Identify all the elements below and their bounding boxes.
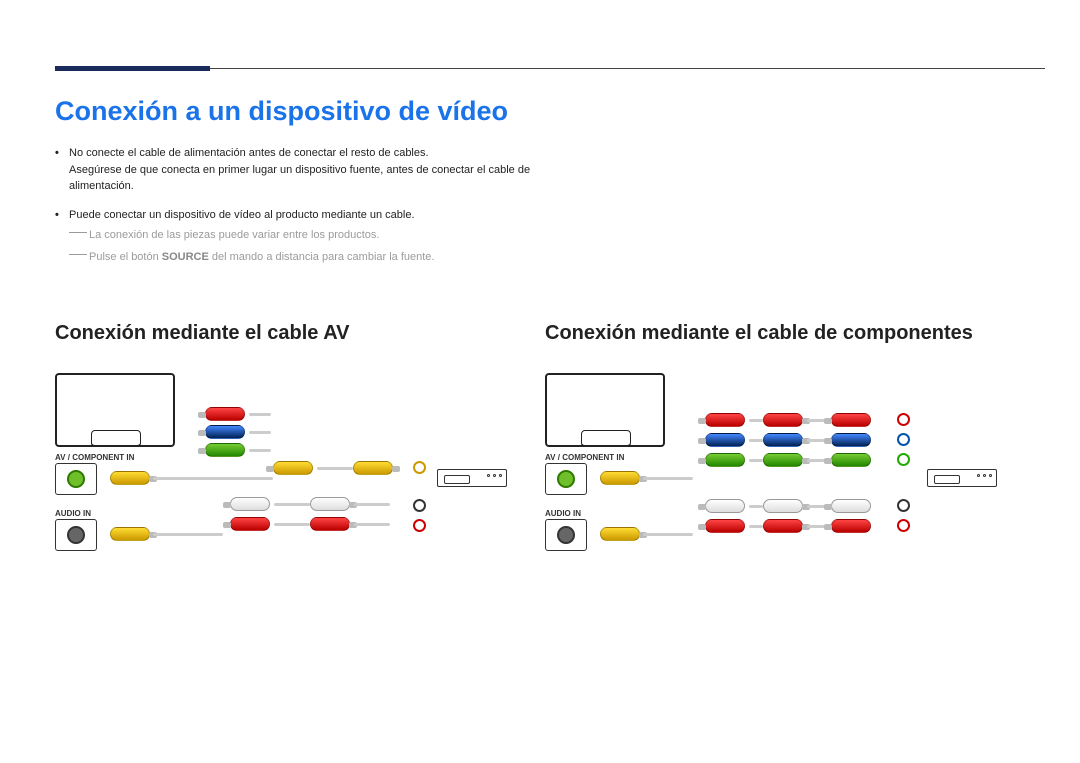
wire	[749, 505, 763, 508]
wire	[153, 477, 273, 480]
plug-red-icon	[310, 517, 350, 531]
footnote: La conexión de las piezas puede variar e…	[69, 227, 575, 245]
wire	[749, 459, 763, 462]
wire	[249, 431, 271, 434]
port-av-component	[55, 463, 97, 495]
jack-red-icon	[413, 519, 426, 532]
bullet-text: Puede conectar un dispositivo de vídeo a…	[69, 207, 415, 224]
header-accent-bar	[55, 66, 210, 71]
plug-blue-icon	[763, 433, 803, 447]
section-title: Conexión mediante el cable AV	[55, 322, 555, 345]
label-av-component: AV / COMPONENT IN	[545, 453, 624, 462]
bullet-text: No conecte el cable de alimentación ante…	[69, 145, 575, 195]
note-bold: SOURCE	[162, 251, 209, 263]
player-dots-icon	[487, 474, 502, 477]
tv-icon	[55, 373, 175, 447]
intro-text-block: • No conecte el cable de alimentación an…	[55, 145, 575, 266]
plug-red-icon	[705, 413, 745, 427]
plug-green-icon	[705, 453, 745, 467]
plug-blue-icon	[705, 433, 745, 447]
wire	[643, 533, 693, 536]
plug-red-icon	[831, 413, 871, 427]
plug-red-icon	[230, 517, 270, 531]
dash-icon	[69, 232, 87, 233]
player-device-icon	[927, 469, 997, 487]
jack-yellow-icon	[413, 461, 426, 474]
page-title: Conexión a un dispositivo de vídeo	[55, 96, 508, 127]
plug-yellow-icon	[600, 527, 640, 541]
label-audio-in: AUDIO IN	[55, 509, 91, 518]
diagram-component: AV / COMPONENT IN AUDIO IN	[545, 363, 1045, 583]
plug-yellow-icon	[110, 471, 150, 485]
jack-green-icon	[897, 453, 910, 466]
wire	[749, 525, 763, 528]
bullet-mark-icon: •	[55, 207, 69, 224]
jack-white-icon	[897, 499, 910, 512]
tv-icon	[545, 373, 665, 447]
note-text: La conexión de las piezas puede variar e…	[89, 229, 379, 241]
section-av-cable: Conexión mediante el cable AV AV / COMPO…	[55, 322, 555, 583]
plug-red-icon	[831, 519, 871, 533]
port-av-component	[545, 463, 587, 495]
plug-green-icon	[831, 453, 871, 467]
plug-green-icon	[205, 443, 245, 457]
plug-red-icon	[205, 407, 245, 421]
wire	[249, 413, 271, 416]
dash-icon	[69, 254, 87, 255]
plug-white-icon	[831, 499, 871, 513]
label-audio-in: AUDIO IN	[545, 509, 581, 518]
plug-white-icon	[230, 497, 270, 511]
plug-blue-icon	[831, 433, 871, 447]
note-text-suffix: del mando a distancia para cambiar la fu…	[209, 251, 435, 263]
player-device-icon	[437, 469, 507, 487]
footnote: Pulse el botón SOURCE del mando a distan…	[69, 249, 575, 267]
jack-red-icon	[897, 413, 910, 426]
wire	[317, 467, 353, 470]
section-component-cable: Conexión mediante el cable de componente…	[545, 322, 1045, 583]
plug-red-icon	[705, 519, 745, 533]
wire	[249, 449, 271, 452]
bullet-mark-icon: •	[55, 145, 69, 195]
wire	[274, 523, 310, 526]
plug-yellow-icon	[110, 527, 150, 541]
plug-yellow-icon	[273, 461, 313, 475]
bullet-item: • Puede conectar un dispositivo de vídeo…	[55, 207, 575, 224]
jack-blue-icon	[897, 433, 910, 446]
wire	[354, 503, 390, 506]
plug-red-icon	[763, 413, 803, 427]
plug-blue-icon	[205, 425, 245, 439]
bullet-item: • No conecte el cable de alimentación an…	[55, 145, 575, 195]
player-dots-icon	[977, 474, 992, 477]
note-text-prefix: Pulse el botón	[89, 251, 162, 263]
jack-green-icon	[557, 470, 575, 488]
section-title: Conexión mediante el cable de componente…	[545, 322, 1045, 345]
plug-yellow-icon	[600, 471, 640, 485]
wire	[749, 419, 763, 422]
wire	[354, 523, 390, 526]
plug-yellow-icon	[353, 461, 393, 475]
jack-black-icon	[67, 526, 85, 544]
plug-white-icon	[763, 499, 803, 513]
jack-green-icon	[67, 470, 85, 488]
jack-red-icon	[897, 519, 910, 532]
jack-black-icon	[557, 526, 575, 544]
plug-green-icon	[763, 453, 803, 467]
plug-red-icon	[763, 519, 803, 533]
diagram-av: AV / COMPONENT IN AUDIO IN	[55, 363, 555, 583]
wire	[749, 439, 763, 442]
plug-white-icon	[310, 497, 350, 511]
label-av-component: AV / COMPONENT IN	[55, 453, 134, 462]
wire	[153, 533, 223, 536]
port-audio-in	[545, 519, 587, 551]
port-audio-in	[55, 519, 97, 551]
jack-white-icon	[413, 499, 426, 512]
wire	[274, 503, 310, 506]
wire	[643, 477, 693, 480]
plug-white-icon	[705, 499, 745, 513]
